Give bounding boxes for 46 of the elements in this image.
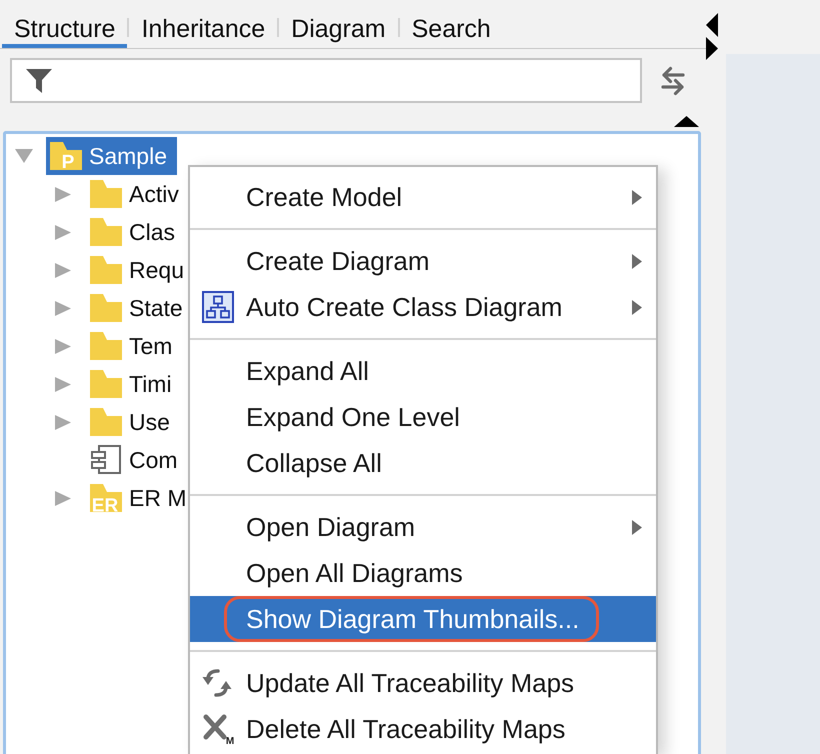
caret-right-icon[interactable]: [55, 262, 71, 278]
menu-item[interactable]: Create Model: [190, 174, 656, 220]
triangle-right-icon[interactable]: [706, 37, 718, 60]
triangle-left-icon[interactable]: [706, 13, 718, 37]
caret-right-icon[interactable]: [55, 338, 71, 354]
menu-item[interactable]: Update All Traceability Maps: [190, 660, 656, 706]
filter-field[interactable]: [10, 58, 642, 103]
tab[interactable]: Diagram: [279, 14, 398, 48]
lettered-folder-icon: P: [50, 142, 82, 170]
tab[interactable]: Search: [400, 14, 503, 48]
tree-item[interactable]: P Sample: [46, 137, 177, 175]
curved-arrows-icon: [202, 668, 232, 698]
menu-item[interactable]: M Delete All Traceability Maps: [190, 706, 656, 752]
folder-icon: [90, 408, 122, 436]
folder-icon: [90, 332, 122, 360]
lettered-folder-icon: ER: [90, 484, 122, 512]
tree-item[interactable]: Tem: [86, 327, 182, 365]
swap-arrows-icon[interactable]: [661, 64, 685, 96]
caret-right-icon[interactable]: [55, 414, 71, 430]
component-icon: [90, 445, 122, 475]
tab[interactable]: Inheritance: [129, 14, 278, 48]
class-diagram-icon: [202, 291, 234, 323]
tree-item[interactable]: Com: [86, 441, 188, 479]
folder-icon: [90, 180, 122, 208]
caret-right-icon[interactable]: [55, 186, 71, 202]
menu-item[interactable]: Expand All: [190, 348, 656, 394]
tree-item[interactable]: Use: [86, 403, 180, 441]
caret-down-icon[interactable]: [15, 149, 33, 163]
folder-icon: [90, 294, 122, 322]
menu-item[interactable]: Open All Diagrams: [190, 550, 656, 596]
folder-icon: [90, 218, 122, 246]
menu-item[interactable]: Expand One Level: [190, 394, 656, 440]
caret-right-icon[interactable]: [55, 224, 71, 240]
filter-icon: [26, 68, 52, 92]
tree-item[interactable]: Activ: [86, 175, 189, 213]
caret-right-icon[interactable]: [55, 300, 71, 316]
folder-icon: [90, 256, 122, 284]
tree-item[interactable]: Timi: [86, 365, 182, 403]
tree-item[interactable]: State: [86, 289, 193, 327]
tree-item[interactable]: Clas: [86, 213, 186, 251]
caret-right-icon[interactable]: [55, 376, 71, 392]
menu-item[interactable]: Show Diagram Thumbnails...: [190, 596, 656, 642]
triangle-up-icon[interactable]: [674, 116, 699, 127]
caret-right-icon[interactable]: [55, 490, 71, 506]
tab[interactable]: Structure: [2, 14, 128, 48]
folder-icon: [90, 370, 122, 398]
